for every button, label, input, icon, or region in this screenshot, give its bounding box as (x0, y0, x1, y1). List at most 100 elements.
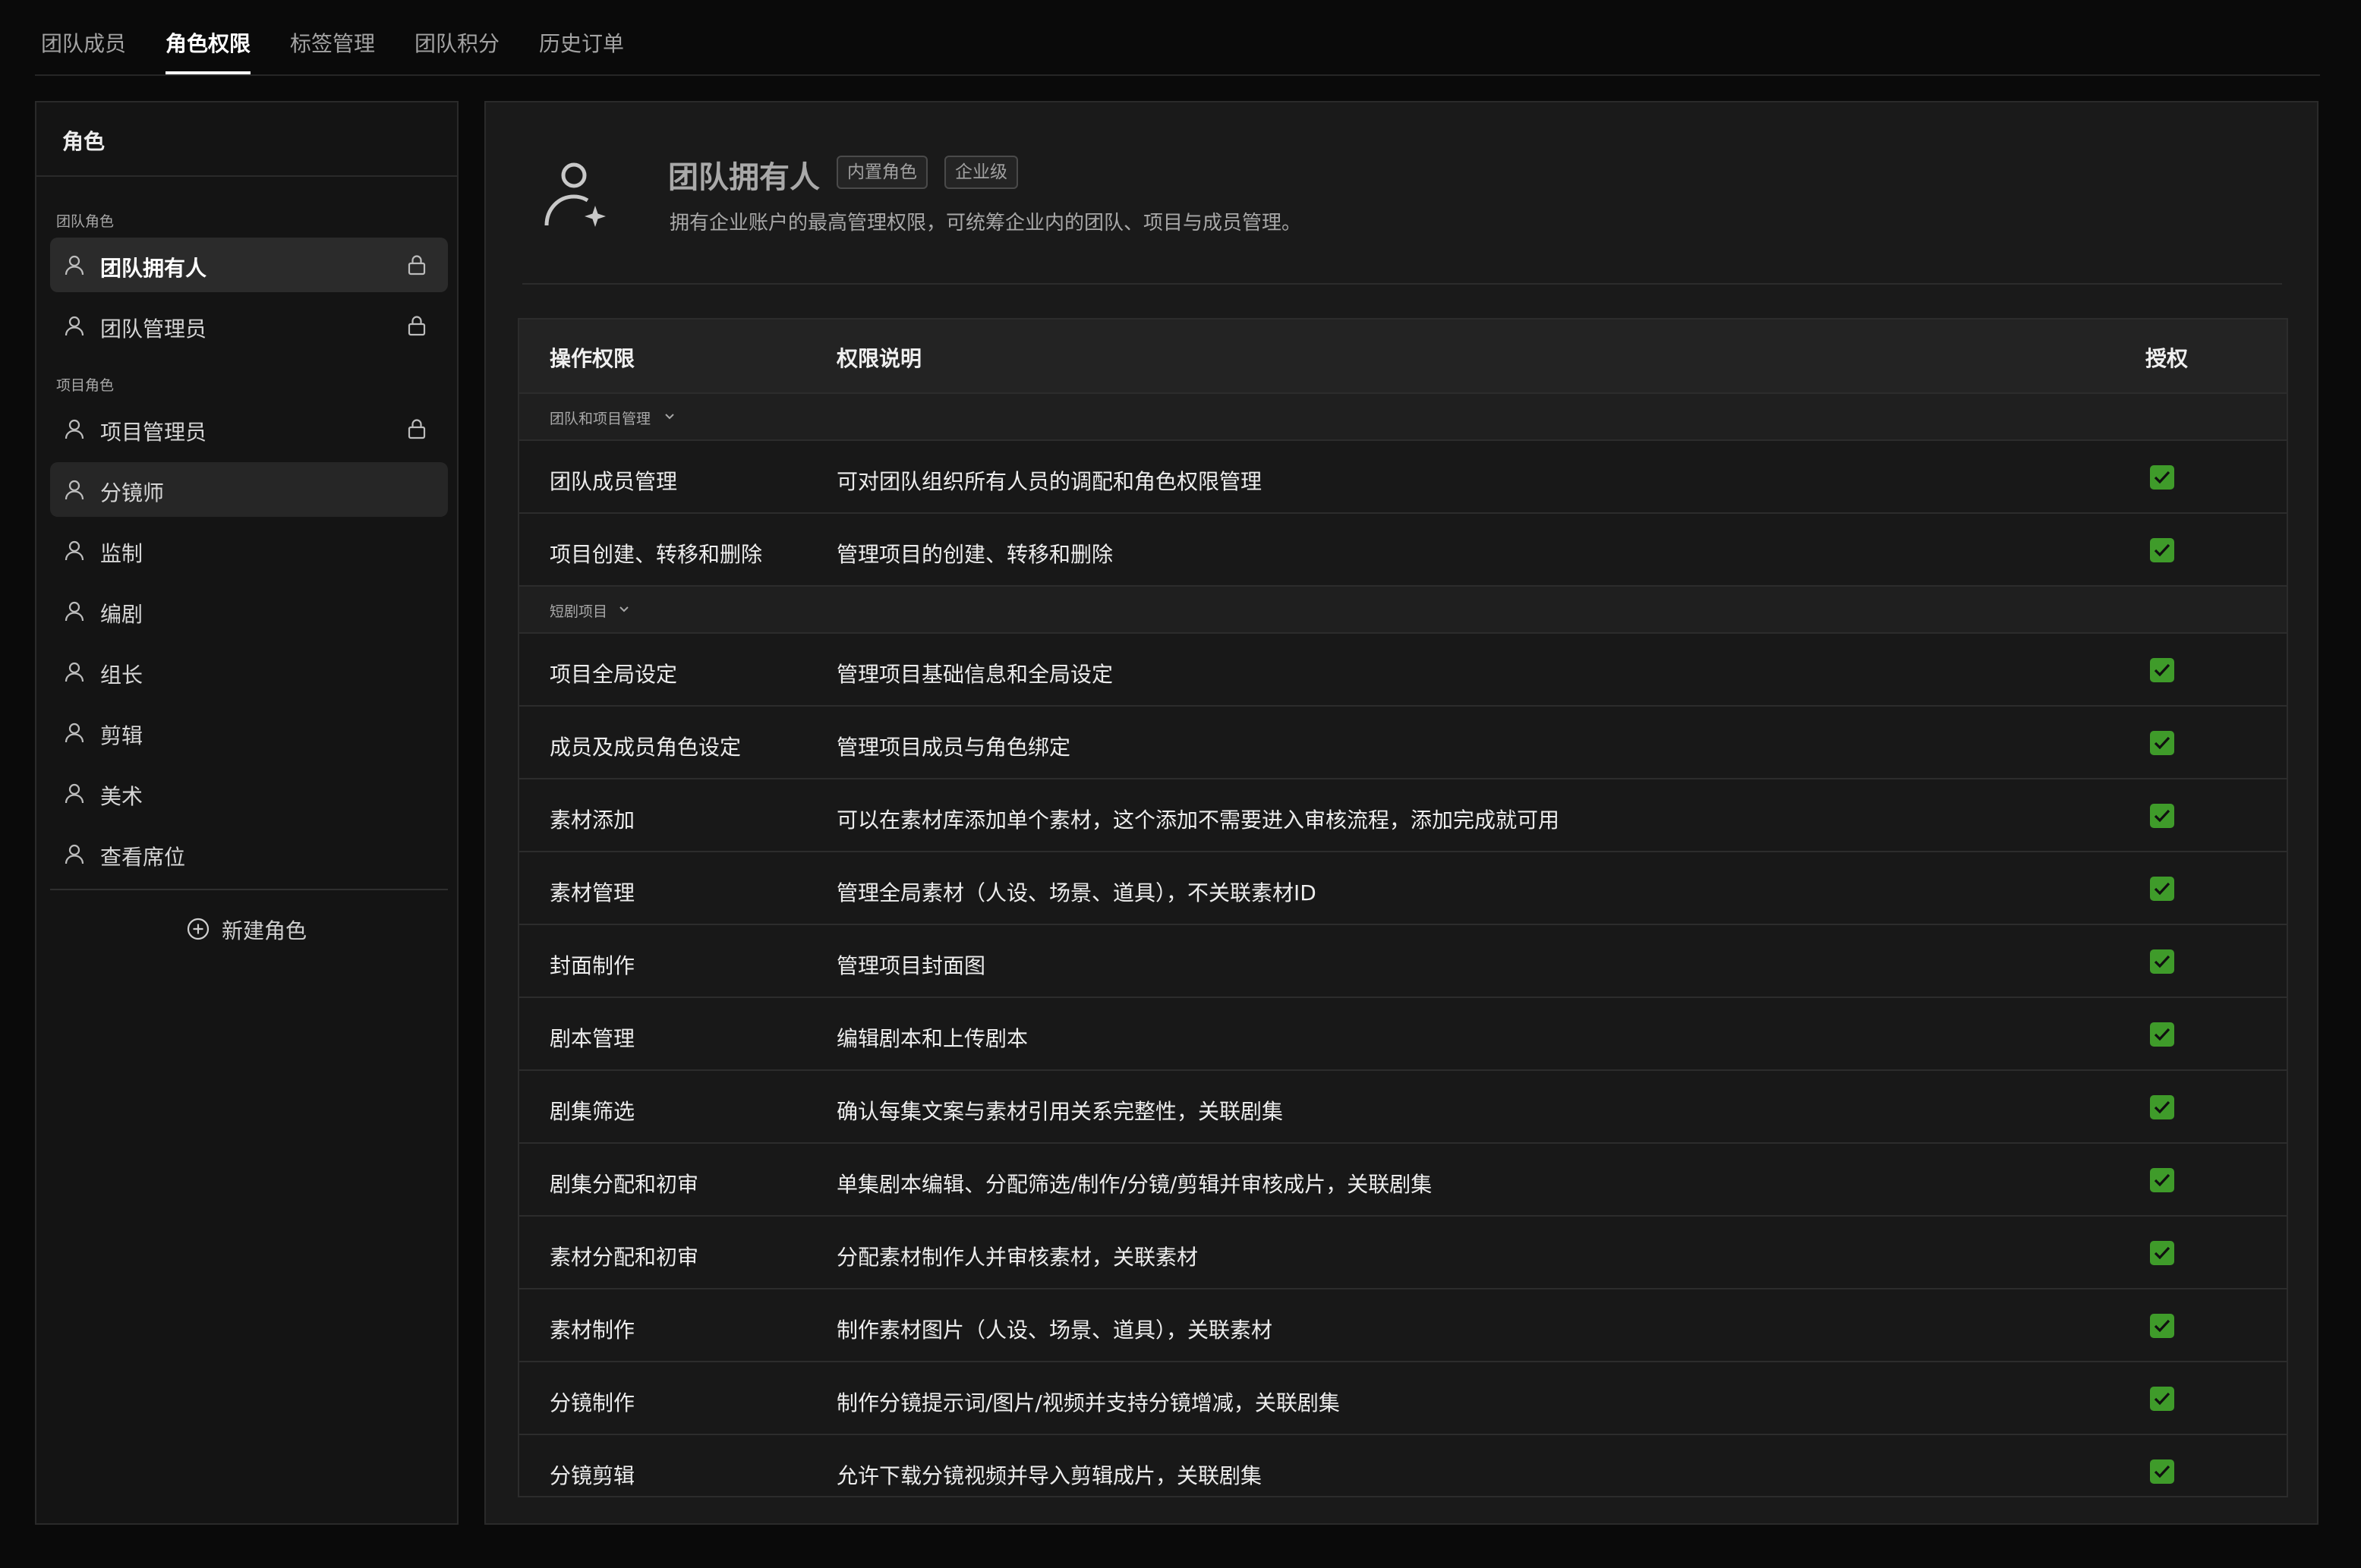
description-cell: 管理全局素材（人设、场景、道具），不关联素材ID (837, 880, 1316, 905)
lock-icon (408, 419, 426, 439)
role-label: 编剧 (100, 602, 143, 627)
authorized-checkbox[interactable] (2150, 1387, 2174, 1411)
role-item-storyboard-artist[interactable]: 分镜师 (50, 462, 448, 517)
role-item-producer[interactable]: 监制 (50, 523, 448, 578)
group-row-team-project-management[interactable]: 团队和项目管理 (519, 394, 2287, 441)
authorized-checkbox[interactable] (2150, 538, 2174, 562)
check-icon (2154, 882, 2170, 896)
user-icon (65, 255, 84, 276)
tab-team-points[interactable]: 团队积分 (415, 27, 500, 74)
project-roles-group-label: 项目角色 (56, 377, 115, 394)
check-icon (2154, 736, 2170, 750)
check-icon (2154, 1100, 2170, 1114)
new-role-label: 新建角色 (222, 918, 307, 943)
operation-cell: 项目创建、转移和删除 (550, 542, 763, 567)
user-icon (65, 316, 84, 336)
description-cell: 可对团队组织所有人员的调配和角色权限管理 (837, 469, 1262, 494)
role-item-viewer-seat[interactable]: 查看席位 (50, 827, 448, 881)
authorized-checkbox[interactable] (2150, 1095, 2174, 1119)
description-cell: 允许下载分镜视频并导入剪辑成片，关联剧集 (837, 1463, 1262, 1488)
roles-sidebar: 角色 团队角色 团队拥有人 团队管理员 项目角色 项目管理员 分镜师 监制 编剧… (35, 101, 459, 1525)
column-header-description: 权限说明 (837, 346, 922, 371)
table-row: 项目全局设定 管理项目基础信息和全局设定 (519, 634, 2287, 707)
operation-cell: 团队成员管理 (550, 469, 678, 494)
check-icon (2154, 1319, 2170, 1333)
user-icon (65, 419, 84, 439)
operation-cell: 素材分配和初审 (550, 1245, 699, 1270)
authorized-checkbox[interactable] (2150, 804, 2174, 828)
group-label: 团队和项目管理 (550, 411, 651, 427)
group-row-short-drama-project[interactable]: 短剧项目 (519, 587, 2287, 634)
role-label: 分镜师 (100, 480, 165, 505)
operation-cell: 剧本管理 (550, 1026, 635, 1051)
authorized-checkbox[interactable] (2150, 658, 2174, 682)
role-item-team-lead[interactable]: 组长 (50, 644, 448, 699)
table-row: 团队成员管理 可对团队组织所有人员的调配和角色权限管理 (519, 441, 2287, 514)
table-row: 剧集分配和初审 单集剧本编辑、分配筛选/制作/分镜/剪辑并审核成片，关联剧集 (519, 1144, 2287, 1217)
user-icon (65, 723, 84, 743)
role-item-editor[interactable]: 剪辑 (50, 705, 448, 760)
check-icon (2154, 1392, 2170, 1406)
column-header-authorized: 授权 (2145, 346, 2189, 371)
role-item-team-admin[interactable]: 团队管理员 (50, 298, 448, 353)
authorized-checkbox[interactable] (2150, 1314, 2174, 1338)
description-cell: 编辑剧本和上传剧本 (837, 1026, 1029, 1051)
description-cell: 单集剧本编辑、分配筛选/制作/分镜/剪辑并审核成片，关联剧集 (837, 1172, 1433, 1197)
user-icon (65, 540, 84, 561)
operation-cell: 素材管理 (550, 880, 635, 905)
role-item-team-owner[interactable]: 团队拥有人 (50, 238, 448, 292)
role-label: 团队管理员 (100, 316, 207, 342)
plus-circle-icon (187, 918, 210, 940)
user-icon (65, 662, 84, 682)
roles-title: 角色 (62, 129, 106, 154)
role-label: 团队拥有人 (100, 256, 207, 281)
operation-cell: 素材添加 (550, 808, 635, 833)
table-row: 素材分配和初审 分配素材制作人并审核素材，关联素材 (519, 1217, 2287, 1289)
user-icon (65, 844, 84, 864)
description-cell: 制作素材图片（人设、场景、道具），关联素材 (837, 1318, 1273, 1343)
check-icon (2154, 1173, 2170, 1187)
table-row: 成员及成员角色设定 管理项目成员与角色绑定 (519, 707, 2287, 779)
check-icon (2154, 1246, 2170, 1260)
role-item-screenwriter[interactable]: 编剧 (50, 584, 448, 638)
tab-team-members[interactable]: 团队成员 (41, 27, 126, 74)
authorized-checkbox[interactable] (2150, 877, 2174, 901)
operation-cell: 成员及成员角色设定 (550, 735, 742, 760)
lock-icon (408, 316, 426, 336)
description-cell: 管理项目封面图 (837, 953, 986, 978)
authorized-checkbox[interactable] (2150, 731, 2174, 755)
table-row: 素材添加 可以在素材库添加单个素材，这个添加不需要进入审核流程，添加完成就可用 (519, 779, 2287, 852)
check-icon (2154, 1465, 2170, 1478)
description-cell: 制作分镜提示词/图片/视频并支持分镜增减，关联剧集 (837, 1390, 1340, 1415)
role-item-project-admin[interactable]: 项目管理员 (50, 401, 448, 456)
authorized-checkbox[interactable] (2150, 1022, 2174, 1047)
description-cell: 管理项目成员与角色绑定 (837, 735, 1071, 760)
authorized-checkbox[interactable] (2150, 1168, 2174, 1192)
table-row: 剧本管理 编辑剧本和上传剧本 (519, 998, 2287, 1071)
authorized-checkbox[interactable] (2150, 949, 2174, 974)
operation-cell: 分镜剪辑 (550, 1463, 635, 1488)
check-icon (2154, 543, 2170, 557)
enterprise-badge: 企业级 (944, 156, 1018, 189)
authorized-checkbox[interactable] (2150, 1241, 2174, 1265)
authorized-checkbox[interactable] (2150, 465, 2174, 490)
authorized-checkbox[interactable] (2150, 1459, 2174, 1484)
table-row: 分镜剪辑 允许下载分镜视频并导入剪辑成片，关联剧集 (519, 1435, 2287, 1496)
role-item-art[interactable]: 美术 (50, 766, 448, 820)
tab-tag-management[interactable]: 标签管理 (290, 27, 375, 74)
user-star-icon (544, 162, 606, 227)
description-cell: 管理项目基础信息和全局设定 (837, 662, 1114, 687)
tab-role-permissions[interactable]: 角色权限 (165, 27, 251, 74)
role-label: 剪辑 (100, 723, 143, 748)
tab-order-history[interactable]: 历史订单 (539, 27, 624, 74)
divider (522, 283, 2282, 285)
top-tab-bar: 团队成员 角色权限 标签管理 团队积分 历史订单 (35, 0, 2320, 76)
table-row: 剧集筛选 确认每集文案与素材引用关系完整性，关联剧集 (519, 1071, 2287, 1144)
column-header-operation: 操作权限 (550, 346, 635, 371)
operation-cell: 剧集分配和初审 (550, 1172, 699, 1197)
permissions-table: 操作权限 权限说明 授权 团队和项目管理 团队成员管理 可对团队组织所有人员的调… (518, 318, 2288, 1497)
user-icon (65, 480, 84, 500)
role-detail-panel: 团队拥有人 内置角色 企业级 拥有企业账户的最高管理权限，可统筹企业内的团队、项… (484, 101, 2318, 1525)
description-cell: 分配素材制作人并审核素材，关联素材 (837, 1245, 1199, 1270)
user-icon (65, 783, 84, 804)
